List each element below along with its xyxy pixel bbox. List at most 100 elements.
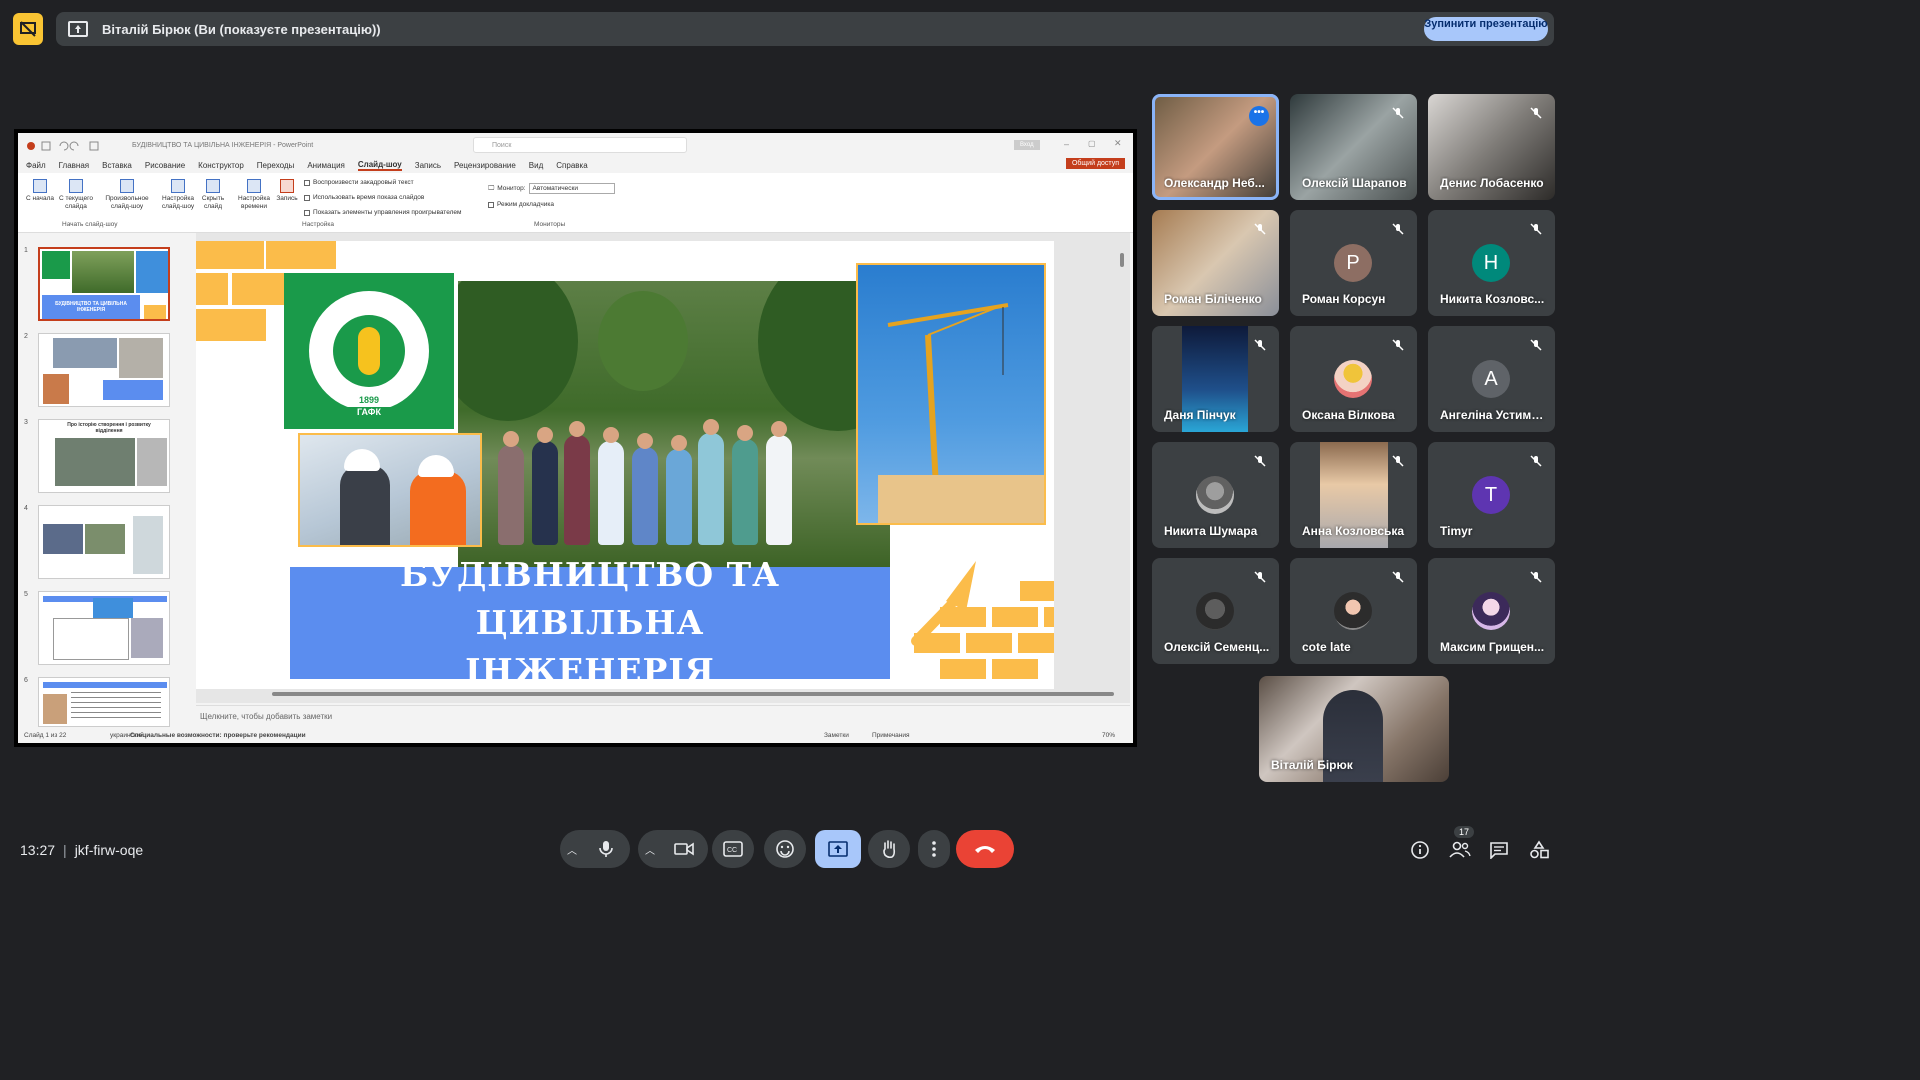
slide-thumbnail-4[interactable]	[38, 505, 170, 579]
tab-design[interactable]: Конструктор	[198, 161, 244, 170]
slide-thumbnail-1[interactable]: БУДІВНИЦТВО ТА ЦИВІЛЬНА ІНЖЕНЕРІЯ	[38, 247, 170, 321]
vertical-scrollbar[interactable]	[1120, 253, 1124, 267]
rehearse-button[interactable]: Настройка времени	[234, 179, 274, 211]
activities-icon	[1530, 840, 1549, 859]
monitor-icon: 🖵	[488, 184, 495, 192]
window-close-icon[interactable]: ✕	[1114, 138, 1122, 149]
raise-hand-button[interactable]	[868, 830, 910, 868]
hide-slide-button[interactable]: Скрыть слайд	[198, 179, 228, 211]
stop-presenting-button[interactable]: Зупинити презентацію	[1424, 17, 1548, 41]
window-minimize-icon[interactable]: –	[1064, 139, 1069, 149]
quick-access-icons[interactable]	[26, 140, 116, 152]
monitor-select[interactable]: 🖵 Монитор: Автоматически	[488, 183, 615, 194]
custom-show-button[interactable]: Произвольное слайд-шоу	[102, 179, 152, 211]
notes-toggle[interactable]: Заметки	[824, 732, 849, 739]
participant-tile[interactable]: Роман Біліченко	[1152, 210, 1279, 316]
slide-thumbnail-6[interactable]	[38, 677, 170, 727]
participant-tile[interactable]: Олексій Семенц...	[1152, 558, 1279, 664]
window-maximize-icon[interactable]: ▢	[1088, 139, 1096, 148]
people-button[interactable]: 17	[1448, 826, 1475, 862]
present-button[interactable]	[815, 830, 861, 868]
presenting-title: Віталій Бірюк (Ви (показуєте презентацію…	[102, 21, 381, 37]
media-controls-checkbox[interactable]: Показать элементы управления проигрывате…	[304, 209, 461, 216]
self-view-tile[interactable]: Віталій Бірюк	[1259, 676, 1449, 782]
tab-slideshow[interactable]: Слайд-шоу	[357, 160, 402, 171]
slide-thumbnail-2[interactable]	[38, 333, 170, 407]
thumb-number: 2	[24, 333, 28, 340]
from-start-button[interactable]: С начала	[26, 179, 54, 203]
participant-tile[interactable]: Анна Козловська	[1290, 442, 1417, 548]
mic-button[interactable]	[582, 830, 630, 868]
tab-record[interactable]: Запись	[415, 161, 441, 170]
brick-decoration	[266, 241, 336, 269]
tab-animations[interactable]: Анимация	[307, 161, 345, 170]
tab-home[interactable]: Главная	[59, 161, 89, 170]
crane-photo	[856, 263, 1046, 525]
participant-tile[interactable]: ••• Олександр Неб...	[1152, 94, 1279, 200]
emoji-button[interactable]	[764, 830, 806, 868]
captions-icon: CC	[723, 841, 743, 857]
share-button[interactable]: Общий доступ	[1065, 158, 1125, 169]
mic-off-icon	[1530, 223, 1542, 235]
ppt-search-input[interactable]: Поиск	[473, 137, 687, 153]
captions-button[interactable]: CC	[712, 830, 754, 868]
meeting-details-button[interactable]	[1408, 838, 1432, 862]
slide-editor[interactable]: 1899 ГАФК БУДІВНИЦТВО ТА ЦИВІЛЬНА ІНЖЕНЕ…	[196, 233, 1130, 703]
video-options-button[interactable]: ︿	[638, 830, 662, 868]
participant-tile[interactable]: Олексій Шарапов	[1290, 94, 1417, 200]
ppt-signin-button[interactable]: Вход	[1014, 140, 1040, 150]
mic-off-icon	[1392, 223, 1404, 235]
tab-review[interactable]: Рецензирование	[454, 161, 516, 170]
record-button[interactable]: Запись	[274, 179, 300, 203]
chat-button[interactable]	[1487, 838, 1511, 862]
slide-thumbnail-5[interactable]	[38, 591, 170, 665]
play-narrations-checkbox[interactable]: Воспроизвести закадровый текст	[304, 179, 414, 186]
horizontal-scrollbar[interactable]	[272, 692, 1114, 696]
participant-tile[interactable]: Никита Шумара	[1152, 442, 1279, 548]
slide-title: БУДІВНИЦТВО ТА ЦИВІЛЬНА ІНЖЕНЕРІЯ	[399, 555, 780, 689]
participant-tile[interactable]: Денис Лобасенко	[1428, 94, 1555, 200]
presenter-view-checkbox[interactable]: Режим докладчика	[488, 201, 554, 208]
logo-abbr: ГАФК	[322, 407, 416, 417]
notes-pane[interactable]: Щелкните, чтобы добавить заметки	[196, 705, 1130, 727]
camera-button[interactable]	[660, 830, 708, 868]
zoom-level[interactable]: 70%	[1102, 732, 1115, 739]
tab-file[interactable]: Файл	[26, 161, 46, 170]
brick-decoration	[992, 607, 1038, 627]
accessibility-check[interactable]: Специальные возможности: проверьте реком…	[130, 732, 306, 739]
participant-tile[interactable]: cote late	[1290, 558, 1417, 664]
stop-presenting-icon[interactable]	[13, 13, 43, 45]
slide-thumbnail-3[interactable]: Про історію створення і розвитку відділе…	[38, 419, 170, 493]
participant-tile[interactable]: Даня Пінчук	[1152, 326, 1279, 432]
svg-text:CC: CC	[727, 847, 737, 854]
participant-tile[interactable]: Н Никита Козловс...	[1428, 210, 1555, 316]
mic-off-icon	[1392, 107, 1404, 119]
from-current-button[interactable]: С текущего слайда	[56, 179, 96, 211]
activities-button[interactable]	[1527, 838, 1551, 862]
participant-tile[interactable]: А Ангеліна Устиме...	[1428, 326, 1555, 432]
participant-tile[interactable]: Р Роман Корсун	[1290, 210, 1417, 316]
brick-decoration	[1020, 581, 1054, 601]
avatar	[1196, 592, 1234, 630]
meeting-code[interactable]: jkf-firw-oqe	[75, 842, 143, 858]
participant-tile[interactable]: T Timyr	[1428, 442, 1555, 548]
audio-options-button[interactable]: ︿	[560, 830, 584, 868]
brick-decoration	[196, 309, 266, 341]
thumb-number: 4	[24, 505, 28, 512]
tab-draw[interactable]: Рисование	[145, 161, 185, 170]
more-options-icon[interactable]: •••	[1249, 106, 1269, 126]
comments-toggle[interactable]: Примечания	[872, 732, 910, 739]
powerpoint-window: БУДІВНИЦТВО ТА ЦИВІЛЬНА ІНЖЕНЕРІЯ - Powe…	[18, 133, 1133, 743]
workers-photo	[298, 433, 482, 547]
brick-decoration	[1044, 607, 1054, 627]
use-timings-checkbox[interactable]: Использовать время показа слайдов	[304, 194, 424, 201]
tab-view[interactable]: Вид	[529, 161, 543, 170]
setup-show-button[interactable]: Настройка слайд-шоу	[160, 179, 196, 211]
participant-tile[interactable]: Максим Грищен...	[1428, 558, 1555, 664]
end-call-button[interactable]	[956, 830, 1014, 868]
tab-insert[interactable]: Вставка	[102, 161, 132, 170]
more-options-button[interactable]	[918, 830, 950, 868]
tab-help[interactable]: Справка	[556, 161, 587, 170]
participant-tile[interactable]: Оксана Вілкова	[1290, 326, 1417, 432]
tab-transitions[interactable]: Переходы	[257, 161, 295, 170]
